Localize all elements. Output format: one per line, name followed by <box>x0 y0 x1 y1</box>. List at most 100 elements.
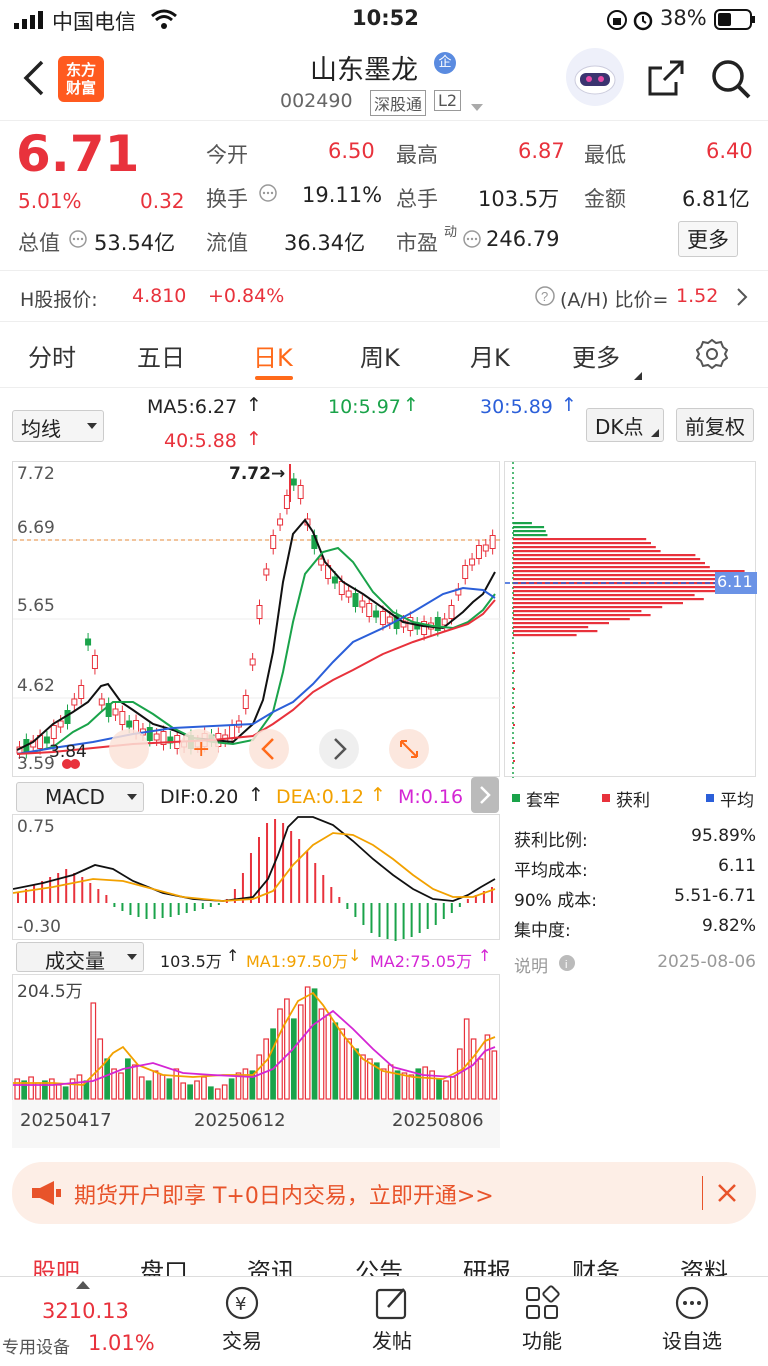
ma30-line <box>16 586 496 755</box>
cost-bar <box>513 526 545 529</box>
close-icon[interactable] <box>716 1182 738 1210</box>
cost-bar <box>513 606 663 609</box>
tab-monthly-k[interactable]: 月K <box>470 338 510 373</box>
dropdown-icon[interactable] <box>470 98 484 117</box>
macd-bar <box>306 851 309 903</box>
level-tag: L2 <box>434 90 462 111</box>
volume-bar <box>270 1028 276 1100</box>
tab-forum[interactable]: 股吧 <box>32 1252 80 1278</box>
nav-trade[interactable]: ¥ 交易 <box>182 1285 302 1354</box>
index-ticker[interactable]: 3210.13 专用设备 1.01% <box>0 1277 160 1366</box>
legend-trapped: 套牢 <box>526 791 560 811</box>
app-logo[interactable]: 东方 财富 <box>58 56 104 102</box>
low-marker: 3.84 <box>49 742 87 762</box>
macd-selector[interactable]: MACD <box>16 782 144 812</box>
macd-bar <box>105 895 108 903</box>
settings-icon[interactable] <box>695 338 729 376</box>
rotation-lock-icon <box>606 9 628 36</box>
h-share-row[interactable]: H股报价: 4.810 +0.84% ? (A/H) 比价= 1.52 <box>0 270 768 322</box>
tab-intraday[interactable]: 分时 <box>28 338 76 373</box>
cost-row-90-range: 90% 成本: 5.51-6.71 <box>514 886 756 911</box>
macd-bar <box>282 823 285 903</box>
tab-orderbook[interactable]: 盘口 <box>140 1252 188 1278</box>
search-icon[interactable] <box>710 58 752 104</box>
cost-row-avg-cost: 平均成本: 6.11 <box>514 856 756 881</box>
tab-news[interactable]: 资讯 <box>247 1252 295 1278</box>
candle-body <box>256 605 263 619</box>
tab-announcements[interactable]: 公告 <box>355 1252 403 1278</box>
assistant-avatar[interactable] <box>566 48 624 106</box>
volume-bar <box>387 1064 394 1100</box>
ma30-arrow-icon: ↑ <box>561 394 577 416</box>
x-label-mid: 20250612 <box>194 1110 286 1131</box>
ma-selector[interactable]: 均线 <box>12 410 104 442</box>
share-icon[interactable] <box>646 58 686 102</box>
cost-bar <box>513 602 683 605</box>
nav-post[interactable]: 发帖 <box>332 1285 452 1354</box>
candle-body <box>373 610 380 618</box>
cost-bar <box>513 578 748 581</box>
candle-body <box>153 733 160 741</box>
promo-divider <box>702 1176 703 1210</box>
back-icon[interactable] <box>20 60 46 100</box>
tab-weekly-k[interactable]: 周K <box>360 338 400 373</box>
adjust-button[interactable]: 前复权 <box>676 408 754 442</box>
more-button[interactable]: 更多 <box>678 221 738 257</box>
ma30-value: 30:5.89 <box>480 396 553 418</box>
ma40-value: 40:5.88 <box>164 430 237 452</box>
tab-more[interactable]: 更多 <box>572 338 620 373</box>
volume-bar <box>208 1086 214 1100</box>
candle-body <box>318 558 325 566</box>
promo-banner[interactable]: 期货开户即享 T+0日内交易，立即开通>> <box>12 1162 756 1224</box>
macd-bar <box>314 863 317 903</box>
candle-body <box>482 544 489 552</box>
macd-bar <box>201 903 204 909</box>
help-icon[interactable]: ? <box>534 285 556 312</box>
battery-icon <box>714 9 756 36</box>
ma40-arrow-icon: ↑ <box>246 428 262 450</box>
info-icon[interactable] <box>258 183 278 207</box>
volume-bar <box>55 1084 62 1100</box>
amount-label: 金额 <box>584 187 626 211</box>
volume-bar <box>14 1078 21 1100</box>
stock-header: 东方 财富 山东墨龙 企 002490 深股通 L2 <box>0 40 768 118</box>
vol-arrow-icon: ↑ <box>226 946 240 965</box>
volume-label: 总手 <box>396 187 438 211</box>
chevron-right-icon <box>736 287 748 312</box>
volume-selector-label: 成交量 <box>45 949 105 973</box>
dk-point-button[interactable]: DK点 <box>586 408 664 442</box>
dea-line <box>12 832 496 902</box>
macd-selector-label: MACD <box>45 785 105 809</box>
cost-note-row[interactable]: 说明 i 2025-08-06 <box>514 952 756 977</box>
x-label-start: 20250417 <box>20 1110 112 1131</box>
volume-ma2: MA2:75.05万 <box>370 952 473 971</box>
change-pct: 5.01% <box>18 189 82 213</box>
volume-bar <box>138 1076 145 1100</box>
volume-bar <box>422 1066 429 1100</box>
cost-tick <box>513 706 515 708</box>
volume-chart[interactable]: 204.5万 <box>12 974 500 1102</box>
tab-financials[interactable]: 财务 <box>572 1252 620 1278</box>
macd-bar <box>41 881 44 903</box>
macd-chart[interactable]: 0.75 -0.30 <box>12 814 500 941</box>
info-icon[interactable] <box>68 229 88 253</box>
volume-selector[interactable]: 成交量 <box>16 942 144 973</box>
tab-research[interactable]: 研报 <box>463 1252 511 1278</box>
volume-bar <box>304 986 311 1100</box>
tab-five-day[interactable]: 五日 <box>137 338 185 373</box>
legend-average: 平均 <box>720 791 754 811</box>
kline-chart[interactable]: + 7.72 6.69 5.65 4.62 3.59 7.72→ 3.84 <box>12 461 501 777</box>
cost-row-value: 6.11 <box>718 856 756 876</box>
tab-daily-k[interactable]: 日K <box>253 338 293 373</box>
macd-bar <box>129 903 132 915</box>
nav-functions[interactable]: 功能 <box>482 1285 602 1354</box>
cost-bar <box>513 614 651 617</box>
macd-bar <box>65 869 68 903</box>
cost-row-profit-ratio: 获利比例: 95.89% <box>514 826 756 851</box>
candle-body <box>57 720 64 728</box>
tab-profile[interactable]: 资料 <box>680 1252 728 1278</box>
turnover-label: 换手 <box>206 187 248 211</box>
info-icon[interactable] <box>462 229 482 253</box>
nav-add-watchlist[interactable]: 设自选 <box>632 1285 752 1354</box>
candle-body <box>98 698 105 706</box>
